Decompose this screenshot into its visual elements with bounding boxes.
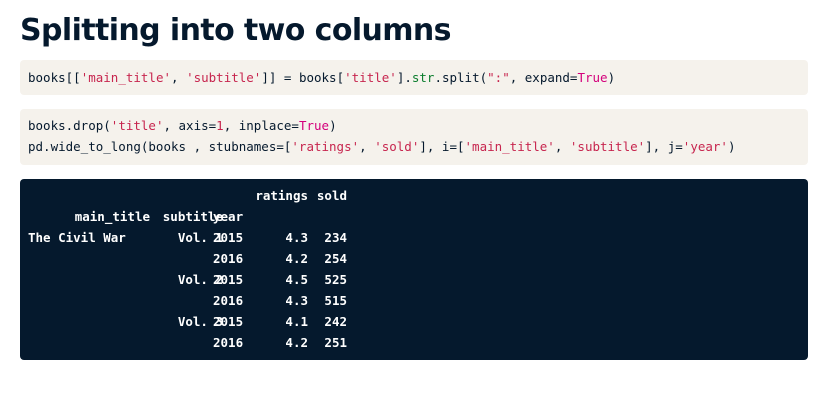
row-ratings: 4.1 bbox=[285, 314, 308, 329]
code-token: , bbox=[554, 139, 570, 154]
row-main-title: The Civil War bbox=[28, 230, 126, 245]
code-token: , axis= bbox=[163, 118, 217, 133]
code-token: str bbox=[411, 70, 435, 85]
code-token: pd.wide_to_long(books , stubnames=[ bbox=[28, 139, 292, 154]
row-year: 2015 bbox=[213, 230, 244, 245]
code-token: 'ratings' bbox=[291, 139, 360, 154]
table-row: 2016 4.2 254 bbox=[20, 248, 808, 269]
row-year: 2016 bbox=[213, 293, 244, 308]
table-row: The Civil War Vol. 1 2015 4.3 234 bbox=[20, 227, 808, 248]
table-row: 2016 4.3 515 bbox=[20, 290, 808, 311]
code-token: True bbox=[298, 118, 330, 133]
header-row-index: main_title subtitle year bbox=[20, 206, 808, 227]
code-token: 'main_title' bbox=[464, 139, 555, 154]
row-sold: 254 bbox=[324, 251, 347, 266]
row-year: 2015 bbox=[213, 272, 244, 287]
code-token: 'main_title' bbox=[80, 70, 171, 85]
code-token: , bbox=[171, 70, 187, 85]
dataframe-output: ratings sold main_title subtitle year Th… bbox=[20, 179, 808, 360]
code-token: ) bbox=[607, 70, 616, 85]
row-ratings: 4.5 bbox=[285, 272, 308, 287]
page-title: Splitting into two columns bbox=[20, 13, 452, 48]
row-sold: 242 bbox=[324, 314, 347, 329]
code-token: ) bbox=[727, 139, 736, 154]
code-token: books[[ bbox=[28, 70, 81, 85]
code-token: , expand= bbox=[509, 70, 578, 85]
code-token: 'subtitle' bbox=[569, 139, 646, 154]
column-header-ratings: ratings bbox=[255, 188, 308, 203]
code-token: 'subtitle' bbox=[186, 70, 262, 85]
code-cell-split[interactable]: books[['main_title', 'subtitle']] = book… bbox=[20, 60, 808, 95]
code-line: books.drop('title', axis=1, inplace=True… bbox=[28, 115, 800, 136]
code-token: ], j= bbox=[645, 139, 683, 154]
code-line: books[['main_title', 'subtitle']] = book… bbox=[28, 67, 800, 88]
row-ratings: 4.3 bbox=[285, 230, 308, 245]
code-token: ]] = books[ bbox=[261, 70, 345, 85]
row-sold: 251 bbox=[324, 335, 347, 350]
code-token: , inplace= bbox=[223, 118, 299, 133]
index-header-main-title: main_title bbox=[74, 209, 150, 224]
code-token: 'year' bbox=[682, 139, 728, 154]
code-token: , bbox=[359, 139, 375, 154]
row-sold: 515 bbox=[324, 293, 347, 308]
code-token: 'sold' bbox=[374, 139, 420, 154]
code-token: .split( bbox=[434, 70, 488, 85]
code-token: ], i=[ bbox=[419, 139, 465, 154]
table-row: Vol. 2 2015 4.5 525 bbox=[20, 269, 808, 290]
code-cell-wide-to-long[interactable]: books.drop('title', axis=1, inplace=True… bbox=[20, 109, 808, 165]
row-sold: 525 bbox=[324, 272, 347, 287]
code-token: 'title' bbox=[110, 118, 164, 133]
table-row: Vol. 3 2015 4.1 242 bbox=[20, 311, 808, 332]
code-token: ]. bbox=[396, 70, 412, 85]
row-year: 2015 bbox=[213, 314, 244, 329]
row-ratings: 4.2 bbox=[285, 251, 308, 266]
code-token: 1 bbox=[216, 118, 224, 133]
code-token: ":" bbox=[487, 70, 510, 85]
code-line: pd.wide_to_long(books , stubnames=['rati… bbox=[28, 136, 800, 157]
column-header-sold: sold bbox=[316, 188, 347, 203]
index-header-year: year bbox=[213, 209, 244, 224]
code-token: ) bbox=[329, 118, 337, 133]
row-sold: 234 bbox=[324, 230, 347, 245]
row-year: 2016 bbox=[213, 251, 244, 266]
row-year: 2016 bbox=[213, 335, 244, 350]
code-token: 'title' bbox=[344, 70, 397, 85]
code-token: books.drop( bbox=[28, 118, 111, 133]
header-row-values: ratings sold bbox=[20, 185, 808, 206]
code-token: True bbox=[577, 70, 608, 85]
row-ratings: 4.2 bbox=[285, 335, 308, 350]
row-ratings: 4.3 bbox=[285, 293, 308, 308]
table-row: 2016 4.2 251 bbox=[20, 332, 808, 353]
